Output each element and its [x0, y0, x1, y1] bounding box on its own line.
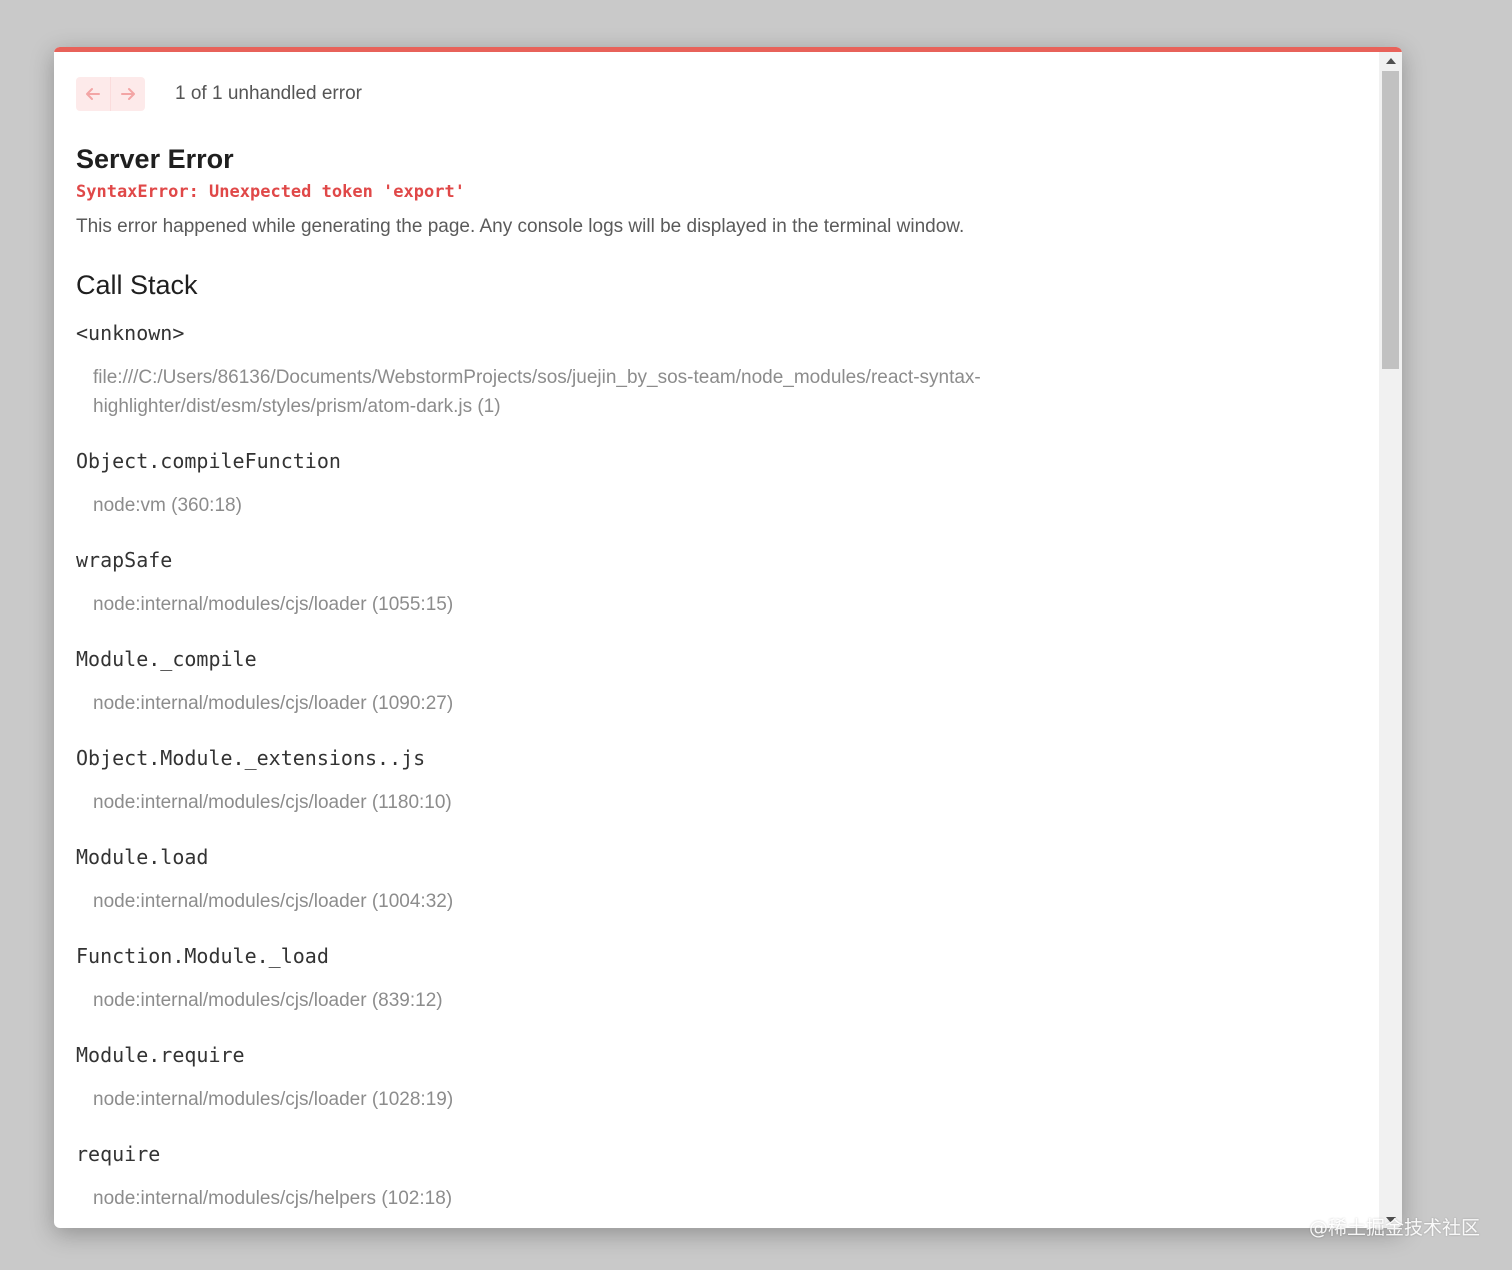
watermark: @稀土掘金技术社区 — [1308, 1217, 1480, 1239]
frame-function-name: Object.compileFunction — [76, 449, 341, 473]
frame-function-name: Function.Module._load — [76, 944, 329, 968]
frame-location[interactable]: node:internal/modules/cjs/loader (839:12… — [93, 986, 1033, 1015]
triangle-up-icon — [1385, 57, 1396, 64]
stack-frame[interactable]: Module.load node:internal/modules/cjs/lo… — [76, 844, 1076, 916]
stack-frame[interactable]: Object.compileFunction node:vm (360:18) — [76, 448, 1076, 520]
vertical-scrollbar[interactable] — [1379, 52, 1402, 1228]
arrow-left-icon — [86, 88, 100, 100]
frame-function-name: Module.require — [76, 1043, 245, 1067]
frame-location[interactable]: node:internal/modules/cjs/loader (1055:1… — [93, 590, 1033, 619]
call-stack-title: Call Stack — [76, 270, 198, 300]
frame-location[interactable]: node:internal/modules/cjs/loader (1180:1… — [93, 788, 1033, 817]
stack-frame[interactable]: wrapSafe node:internal/modules/cjs/loade… — [76, 547, 1076, 619]
stack-frame[interactable]: Object.Module._extensions..js node:inter… — [76, 745, 1076, 817]
stack-frame[interactable]: <unknown> file:///C:/Users/86136/Documen… — [76, 320, 1076, 421]
frame-function-name: require — [76, 1142, 161, 1166]
error-count-label: 1 of 1 unhandled error — [175, 83, 362, 104]
scrollbar-thumb[interactable] — [1382, 71, 1399, 369]
frame-function-name: Module.load — [76, 845, 209, 869]
error-nav-buttons — [76, 77, 145, 111]
frame-function-name: wrapSafe — [76, 548, 173, 572]
frame-location[interactable]: node:internal/modules/cjs/loader (1090:2… — [93, 689, 1033, 718]
stack-frame[interactable]: require node:internal/modules/cjs/helper… — [76, 1141, 1076, 1213]
error-message: SyntaxError: Unexpected token 'export' — [76, 182, 465, 202]
stack-frame[interactable]: Module._compile node:internal/modules/cj… — [76, 646, 1076, 718]
dialog-content: 1 of 1 unhandled error Server Error Synt… — [54, 52, 1379, 1228]
next-error-button[interactable] — [110, 77, 145, 111]
frame-location[interactable]: node:vm (360:18) — [93, 491, 1033, 520]
frame-function-name: <unknown> — [76, 321, 185, 345]
frame-location[interactable]: file:///C:/Users/86136/Documents/Webstor… — [93, 363, 1033, 421]
error-hint: This error happened while generating the… — [76, 216, 965, 237]
error-overlay-dialog: 1 of 1 unhandled error Server Error Synt… — [54, 47, 1402, 1228]
call-stack-list: <unknown> file:///C:/Users/86136/Documen… — [76, 320, 1076, 1213]
arrow-right-icon — [121, 88, 135, 100]
frame-location[interactable]: node:internal/modules/cjs/helpers (102:1… — [93, 1184, 1033, 1213]
frame-location[interactable]: node:internal/modules/cjs/loader (1004:3… — [93, 887, 1033, 916]
previous-error-button[interactable] — [76, 77, 110, 111]
error-title: Server Error — [76, 144, 234, 174]
stack-frame[interactable]: Module.require node:internal/modules/cjs… — [76, 1042, 1076, 1114]
frame-function-name: Object.Module._extensions..js — [76, 746, 426, 770]
frame-function-name: Module._compile — [76, 647, 257, 671]
scroll-up-button[interactable] — [1379, 52, 1402, 69]
stack-frame[interactable]: Function.Module._load node:internal/modu… — [76, 943, 1076, 1015]
error-pagination: 1 of 1 unhandled error — [76, 77, 362, 111]
frame-location[interactable]: node:internal/modules/cjs/loader (1028:1… — [93, 1085, 1033, 1114]
